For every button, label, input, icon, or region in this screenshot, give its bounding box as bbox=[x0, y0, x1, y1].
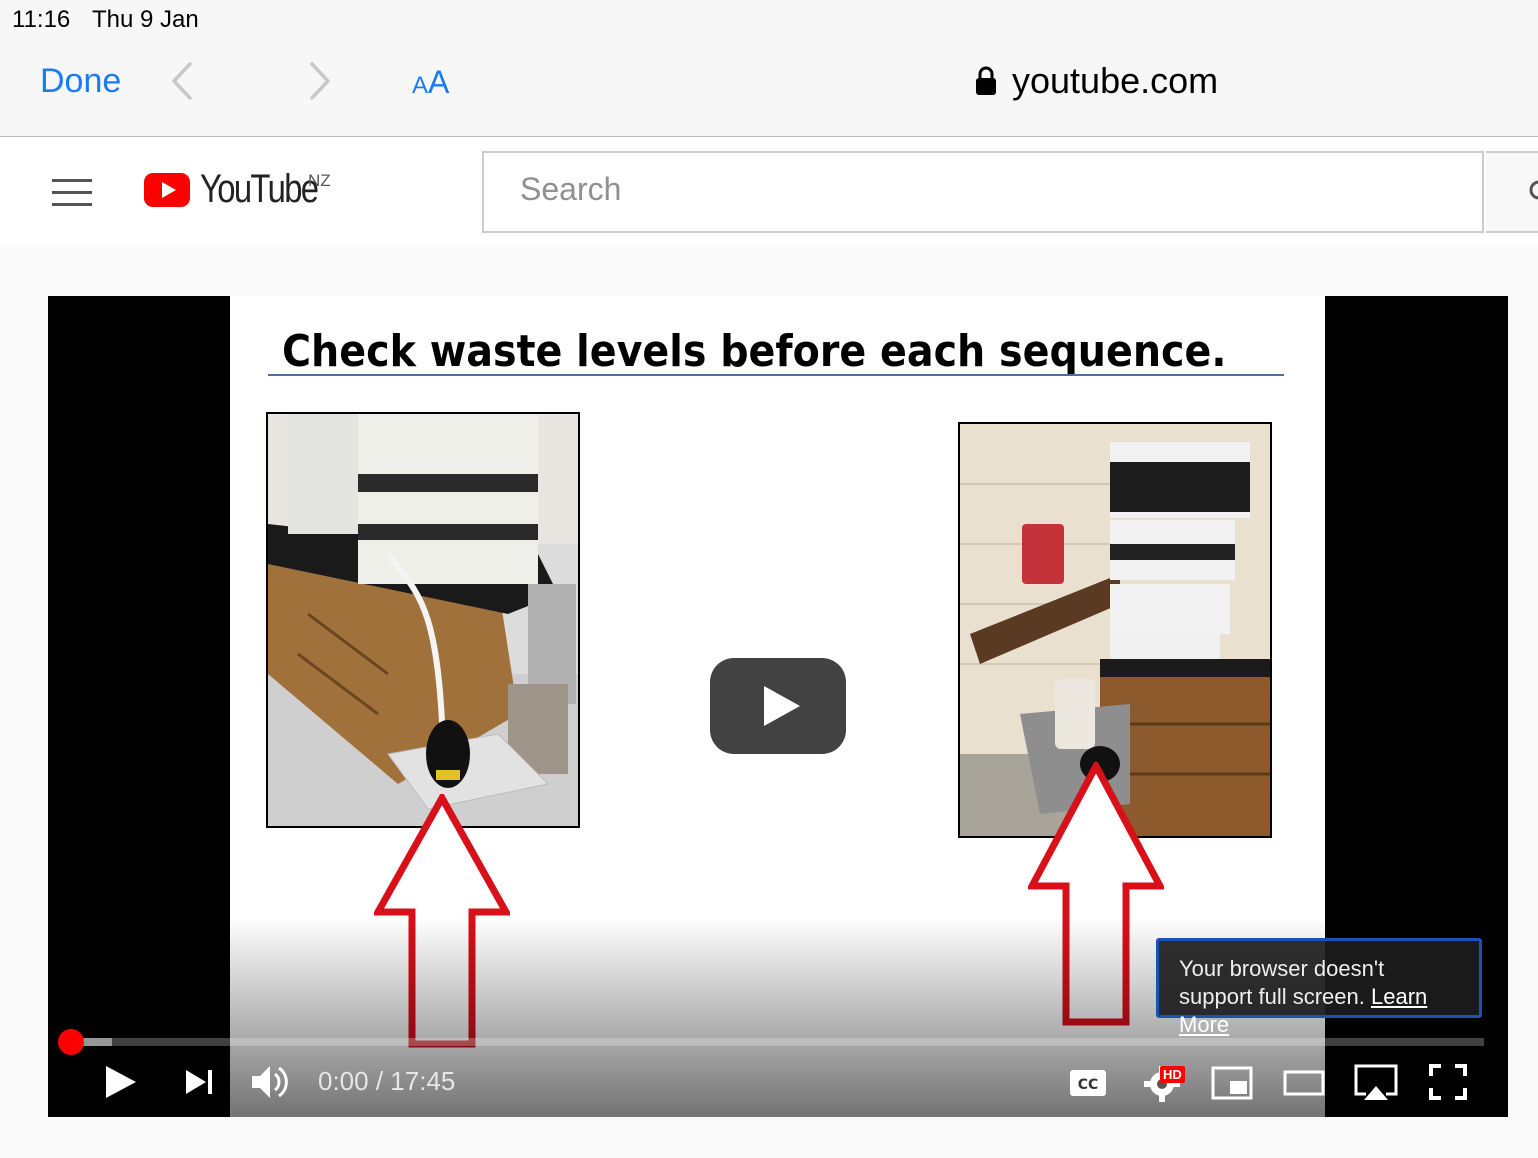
waste-bottle-photo-left bbox=[266, 412, 580, 828]
volume-icon[interactable] bbox=[248, 1060, 292, 1104]
chevron-right-icon[interactable] bbox=[306, 60, 334, 102]
slide-divider bbox=[268, 374, 1284, 376]
miniplayer-icon[interactable] bbox=[1210, 1060, 1254, 1104]
status-time: 11:16 bbox=[12, 6, 71, 33]
search-icon bbox=[1529, 180, 1538, 200]
next-icon[interactable] bbox=[184, 1060, 216, 1104]
lock-icon bbox=[976, 66, 996, 95]
hd-badge: HD bbox=[1160, 1066, 1185, 1083]
scrubber-handle[interactable] bbox=[58, 1029, 84, 1055]
address-bar[interactable]: youtube.com bbox=[974, 60, 1218, 102]
country-code: NZ bbox=[308, 171, 331, 190]
text-size-small-label: A bbox=[412, 72, 429, 99]
search-input[interactable] bbox=[520, 171, 1420, 208]
status-bar: 11:16 Thu 9 Jan bbox=[0, 0, 1538, 40]
search-box[interactable] bbox=[482, 151, 1484, 233]
status-date: Thu 9 Jan bbox=[92, 6, 199, 33]
tooltip-text: Your browser doesn't support full screen… bbox=[1179, 956, 1385, 1009]
youtube-logo-icon[interactable] bbox=[144, 173, 190, 207]
search-button[interactable] bbox=[1486, 151, 1538, 233]
youtube-wordmark[interactable]: YouTube bbox=[200, 167, 319, 212]
fullscreen-icon[interactable] bbox=[1428, 1060, 1468, 1104]
fullscreen-unsupported-tooltip: Your browser doesn't support full screen… bbox=[1156, 938, 1482, 1037]
time-display: 0:00 / 17:45 bbox=[318, 1066, 455, 1097]
youtube-masthead: YouTube NZ bbox=[0, 137, 1538, 247]
theater-mode-icon[interactable] bbox=[1282, 1060, 1326, 1104]
video-player[interactable]: Check waste levels before each sequence. bbox=[48, 296, 1508, 1117]
time-separator: / bbox=[368, 1066, 391, 1096]
large-play-button-icon[interactable] bbox=[710, 658, 846, 754]
progress-bar[interactable] bbox=[62, 1038, 1484, 1046]
slide-title: Check waste levels before each sequence. bbox=[282, 326, 1227, 377]
svg-text:CC: CC bbox=[1078, 1077, 1099, 1093]
url-text: youtube.com bbox=[1012, 60, 1219, 101]
captions-icon[interactable]: CC bbox=[1068, 1060, 1108, 1104]
text-size-button[interactable]: AA bbox=[412, 64, 449, 101]
text-size-large-label: A bbox=[428, 64, 450, 100]
done-button[interactable]: Done bbox=[40, 62, 121, 101]
hamburger-menu-icon[interactable] bbox=[52, 179, 92, 207]
airplay-icon[interactable] bbox=[1352, 1060, 1400, 1104]
browser-toolbar: Done AA youtube.com bbox=[0, 40, 1538, 137]
play-icon[interactable] bbox=[100, 1060, 140, 1104]
time-total: 17:45 bbox=[390, 1066, 456, 1096]
time-current: 0:00 bbox=[318, 1066, 369, 1096]
chevron-left-icon[interactable] bbox=[168, 60, 196, 102]
